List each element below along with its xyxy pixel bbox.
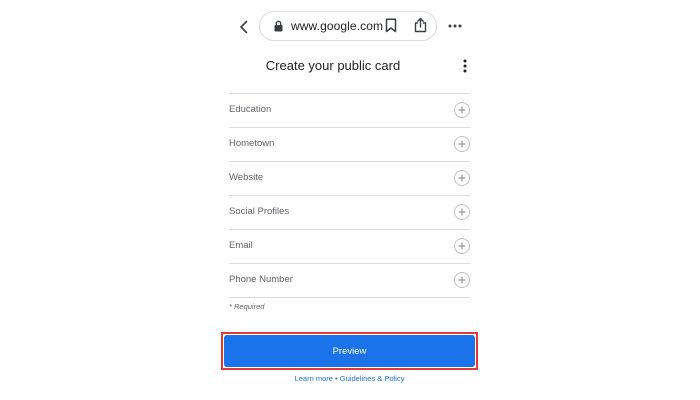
guidelines-policy-link[interactable]: Guidelines & Policy [340, 374, 405, 383]
back-button[interactable] [234, 16, 254, 38]
page-menu-button[interactable] [458, 58, 472, 74]
field-label: Education [229, 104, 272, 115]
field-list: Education Hometown Website Social Profil… [229, 93, 470, 298]
field-label: Website [229, 172, 264, 183]
chevron-left-icon [240, 20, 248, 34]
url-text: www.google.com [291, 19, 384, 33]
field-row-education[interactable]: Education [229, 93, 470, 127]
field-label: Social Profiles [229, 206, 290, 217]
footer-links: Learn more • Guidelines & Policy [229, 374, 470, 383]
lock-icon [274, 20, 283, 32]
field-row-email[interactable]: Email [229, 229, 470, 263]
plus-icon [458, 208, 466, 216]
add-phone-number-button[interactable] [454, 272, 470, 288]
field-row-website[interactable]: Website [229, 161, 470, 195]
field-row-social-profiles[interactable]: Social Profiles [229, 195, 470, 229]
plus-icon [458, 106, 466, 114]
plus-icon [458, 242, 466, 250]
field-row-phone-number[interactable]: Phone Number [229, 263, 470, 298]
required-note: * Required [229, 302, 265, 311]
add-website-button[interactable] [454, 170, 470, 186]
add-hometown-button[interactable] [454, 136, 470, 152]
field-label: Phone Number [229, 274, 293, 285]
share-icon[interactable] [414, 17, 427, 33]
footer-separator: • [335, 374, 338, 383]
plus-icon [458, 276, 466, 284]
preview-button[interactable]: Preview [224, 335, 475, 367]
more-horizontal-icon [448, 24, 462, 28]
add-social-profiles-button[interactable] [454, 204, 470, 220]
field-row-hometown[interactable]: Hometown [229, 127, 470, 161]
field-label: Email [229, 240, 253, 251]
field-label: Hometown [229, 138, 275, 149]
more-vertical-icon [463, 59, 467, 73]
plus-icon [458, 174, 466, 182]
address-bar[interactable]: www.google.com [259, 11, 437, 41]
add-education-button[interactable] [454, 102, 470, 118]
plus-icon [458, 140, 466, 148]
bookmark-icon[interactable] [385, 18, 397, 33]
add-email-button[interactable] [454, 238, 470, 254]
browser-menu-button[interactable] [446, 17, 464, 35]
browser-toolbar: www.google.com [0, 8, 700, 46]
page-title: Create your public card [265, 58, 401, 73]
learn-more-link[interactable]: Learn more [295, 374, 333, 383]
